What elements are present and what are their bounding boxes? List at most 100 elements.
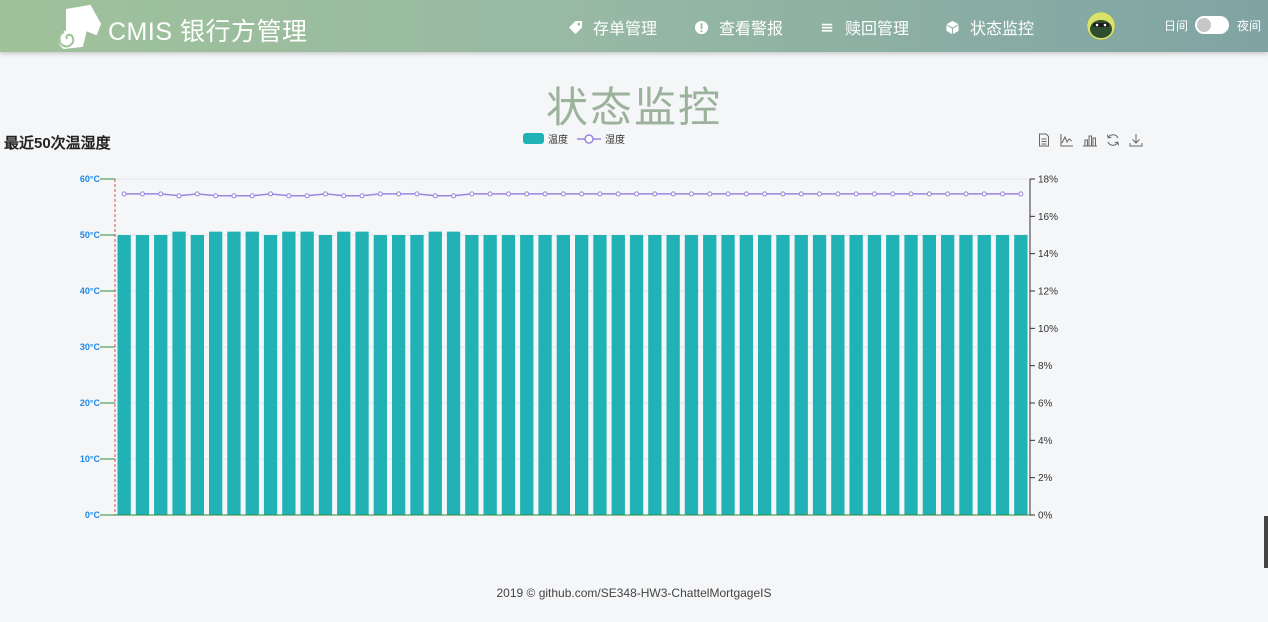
temperature-bar	[922, 235, 936, 515]
temperature-bar	[593, 235, 607, 515]
y-right-tick-label: 14%	[1038, 249, 1058, 260]
temperature-bar	[446, 231, 461, 515]
bar-chart-icon[interactable]	[1083, 133, 1097, 147]
line-chart-icon[interactable]	[1060, 133, 1074, 147]
temperature-bar	[263, 235, 278, 515]
nav-status-monitor[interactable]: 状态监控	[945, 15, 1034, 39]
humidity-point	[926, 191, 932, 197]
temperature-bar	[995, 235, 1010, 515]
humidity-point	[213, 193, 219, 199]
theme-toggle-knob	[1197, 18, 1211, 32]
humidity-point	[762, 191, 768, 197]
temperature-bar	[556, 235, 570, 515]
humidity-point	[505, 191, 511, 197]
temperature-bar	[520, 235, 534, 515]
humidity-point	[286, 193, 292, 199]
restore-icon[interactable]	[1106, 133, 1120, 147]
humidity-point	[817, 191, 823, 197]
avatar-image	[1087, 12, 1115, 40]
theme-toggle[interactable]	[1195, 16, 1229, 34]
download-icon[interactable]	[1129, 133, 1143, 147]
temperature-bar	[117, 235, 131, 515]
humidity-point	[139, 191, 145, 197]
data-view-icon[interactable]	[1037, 133, 1051, 147]
y-right-tick-label: 2%	[1038, 473, 1053, 484]
temperature-bar	[648, 235, 662, 515]
theme-night-label: 夜间	[1237, 19, 1262, 33]
humidity-point	[560, 191, 566, 197]
chart-legend: 温度 湿度	[523, 131, 625, 146]
temperature-bar	[355, 231, 369, 515]
legend-label-humidity: 湿度	[605, 135, 625, 146]
logo-icon	[58, 4, 102, 50]
nav-redemption-management[interactable]: 赎回管理	[820, 15, 909, 39]
temperature-bar	[245, 231, 259, 515]
temperature-bar	[1014, 235, 1028, 515]
nav-deposit-management[interactable]: 存单管理	[568, 15, 657, 39]
y-right-tick-label: 10%	[1038, 324, 1058, 335]
chart-title: 最近50次温湿度	[4, 135, 111, 152]
humidity-point	[176, 193, 182, 199]
y-right-tick-label: 4%	[1038, 436, 1053, 447]
legend-item-temperature[interactable]: 温度	[523, 131, 568, 146]
nav-view-alerts[interactable]: 查看警报	[694, 15, 783, 39]
humidity-point	[743, 191, 749, 197]
humidity-point	[981, 191, 987, 197]
temperature-bar	[209, 231, 223, 515]
y-left-tick-label: 10°C	[80, 454, 101, 464]
humidity-point	[707, 191, 713, 197]
theme-day-label: 日间	[1164, 19, 1189, 33]
humidity-point	[158, 191, 164, 197]
legend-label-temperature: 温度	[548, 135, 568, 146]
legend-item-humidity[interactable]: 湿度	[577, 131, 625, 146]
humidity-point	[304, 193, 310, 199]
humidity-point	[542, 191, 548, 197]
temperature-bar	[318, 235, 333, 515]
humidity-line	[124, 193, 1021, 197]
humidity-point	[634, 191, 640, 197]
temperature-bar	[611, 235, 625, 515]
scroll-handle[interactable]	[1264, 516, 1268, 568]
temperature-bar	[538, 235, 552, 515]
humidity-point	[890, 191, 896, 197]
humidity-point	[1018, 191, 1024, 197]
y-right-tick-label: 0%	[1038, 511, 1053, 522]
cube-icon	[946, 20, 959, 34]
humidity-point	[194, 191, 200, 197]
temperature-bar	[154, 235, 168, 515]
y-right-tick-label: 18%	[1038, 175, 1058, 186]
temperature-bar	[776, 235, 790, 515]
humidity-point	[396, 191, 402, 197]
temperature-bar	[190, 235, 204, 515]
temperature-bar	[831, 235, 845, 515]
y-left-tick-label: 30°C	[80, 342, 101, 352]
y-left-tick-label: 0°C	[85, 510, 101, 520]
menu-icon	[821, 23, 833, 32]
humidity-point	[524, 191, 530, 197]
temperature-bar	[812, 235, 827, 515]
temperature-bar	[465, 235, 479, 515]
y-left-tick-label: 50°C	[80, 230, 101, 240]
chart-toolbox	[1037, 133, 1143, 147]
temperature-humidity-chart: 0°C 10°C 20°C 30°C 40°C 50°C 60°C 0% 2% 4% 6% 8% 10%…	[80, 174, 1058, 522]
page-title: 状态监控	[545, 84, 722, 131]
top-navbar: CMIS 银行方管理 存单管理 查看警报 赎回管理 状态监控 日间 夜间	[0, 0, 1268, 52]
user-avatar[interactable]	[1087, 12, 1115, 40]
brand-title[interactable]: CMIS 银行方管理	[108, 12, 307, 48]
humidity-point	[377, 191, 383, 197]
temperature-bar	[629, 235, 644, 515]
y-left-tick-label: 60°C	[80, 174, 101, 184]
y-left-tick-label: 20°C	[80, 398, 101, 408]
temperature-bar	[172, 231, 186, 515]
humidity-point	[835, 191, 841, 197]
temperature-bar	[904, 235, 918, 515]
temperature-bar	[501, 235, 516, 515]
humidity-point	[231, 193, 237, 199]
humidity-point	[908, 191, 914, 197]
legend-swatch-humidity	[577, 133, 601, 144]
temperature-bar	[227, 231, 241, 515]
humidity-point	[652, 191, 658, 197]
humidity-point	[341, 193, 347, 199]
humidity-point	[1000, 191, 1006, 197]
temperature-bar	[575, 235, 589, 515]
